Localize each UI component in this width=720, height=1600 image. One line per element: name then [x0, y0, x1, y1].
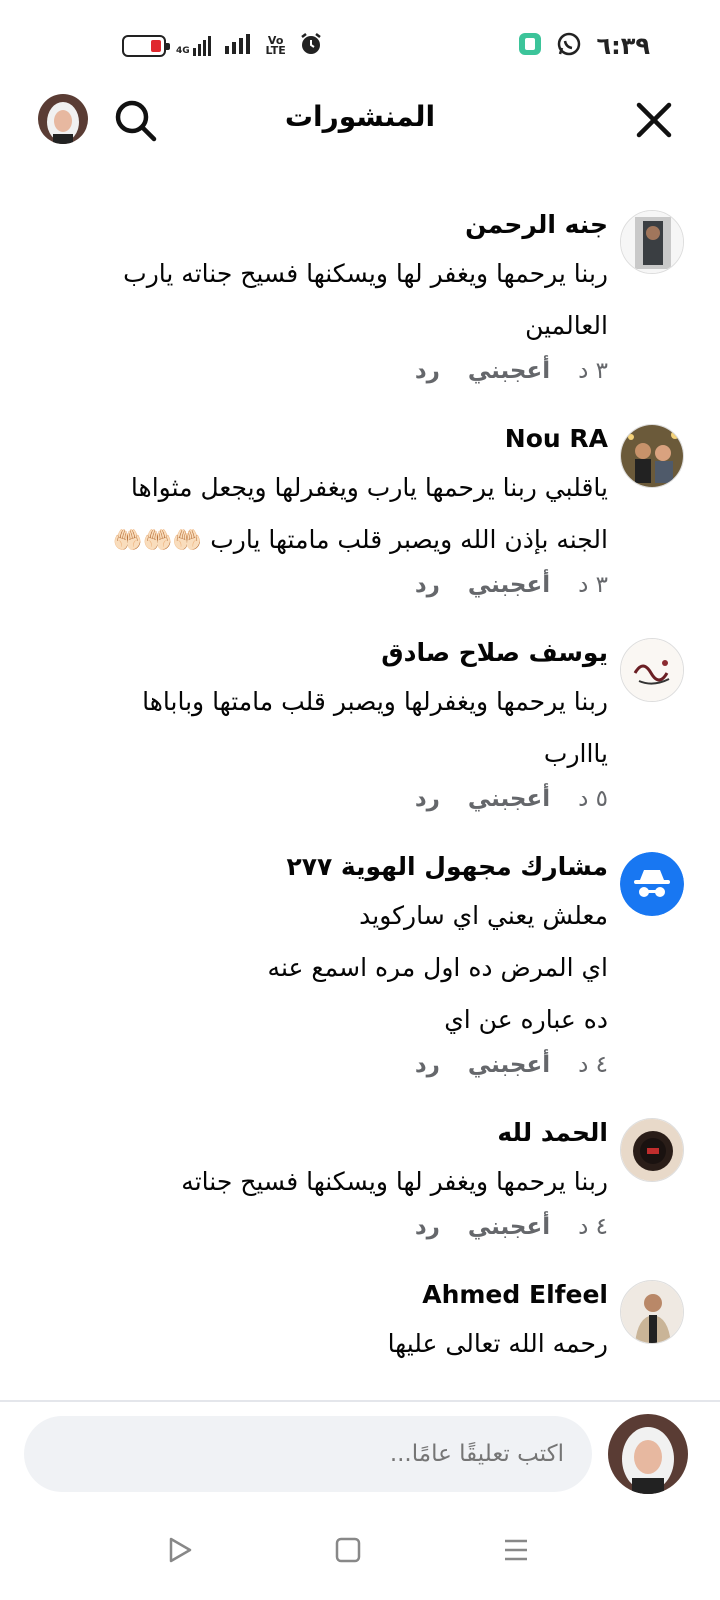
comment-time: ٣ د [578, 572, 608, 598]
like-button[interactable]: أعجبني [468, 786, 550, 812]
reply-button[interactable]: رد [415, 358, 440, 384]
commenter-name[interactable]: جنه الرحمن [60, 208, 608, 242]
signal-4g-icon: 4G [176, 36, 215, 56]
page-title: المنشورات [284, 100, 436, 133]
comment-item: مشارك مجهول الهوية ٢٧٧ معلش يعني اي سارك… [0, 842, 720, 1078]
composer-avatar [608, 1414, 688, 1494]
comment-item: Nou RA ياقلبي ربنا يرحمها يارب ويغفرلها … [0, 414, 720, 598]
comment-text: الجنه بإذن الله ويصبر قلب مامتها يارب 🤲🏻… [112, 525, 608, 554]
comment-item: الحمد لله ربنا يرحمها ويغفر لها ويسكنها … [0, 1108, 720, 1240]
comment-item: يوسف صلاح صادق ربنا يرحمها ويغفرلها ويصب… [0, 628, 720, 812]
whatsapp-icon [556, 31, 582, 61]
header: المنشورات [0, 90, 720, 150]
commenter-name[interactable]: Nou RA [60, 422, 608, 456]
comment-actions: ٣ د أعجبني رد [60, 358, 608, 384]
alarm-icon [299, 32, 323, 60]
commenter-avatar[interactable] [620, 1118, 684, 1182]
status-icons-right: ٦:٣٩ [518, 31, 650, 61]
comment-text: معلش يعني اي ساركويد [359, 901, 608, 930]
nav-home-icon [335, 1537, 361, 1563]
battery-icon [122, 35, 170, 57]
comment-actions: ٥ د أعجبني رد [60, 786, 608, 812]
comment-actions: ٤ د أعجبني رد [60, 1052, 608, 1078]
comment-time: ٤ د [578, 1052, 608, 1078]
reply-button[interactable]: رد [415, 786, 440, 812]
comment-list[interactable]: جنه الرحمن ربنا يرحمها ويغفر لها ويسكنها… [0, 200, 720, 1400]
comment-actions: ٣ د أعجبني رد [60, 572, 608, 598]
nav-back-icon [169, 1537, 192, 1563]
commenter-avatar[interactable] [620, 424, 684, 488]
reply-button[interactable]: رد [415, 1052, 440, 1078]
close-icon [636, 102, 672, 138]
commenter-name[interactable]: يوسف صلاح صادق [60, 636, 608, 670]
app-notification-icon [518, 32, 542, 60]
comment-body: Nou RA ياقلبي ربنا يرحمها يارب ويغفرلها … [60, 414, 608, 598]
comment-text: ده عباره عن اي [444, 1005, 608, 1034]
status-icons-left: 4G Vo LTE [122, 32, 323, 60]
comment-text: ياقلبي ربنا يرحمها يارب ويغفرلها ويجعل م… [130, 473, 608, 502]
comment-text: رحمه الله تعالى عليها [387, 1329, 608, 1358]
commenter-name[interactable]: الحمد لله [60, 1116, 608, 1150]
like-button[interactable]: أعجبني [468, 1214, 550, 1240]
praying-hands-emoji: 🤲🏻🤲🏻🤲🏻 [112, 526, 203, 554]
anonymous-icon [620, 852, 684, 916]
comment-text: ربنا يرحمها ويغفر لها ويسكنها فسيح جناته… [123, 259, 608, 288]
commenter-avatar[interactable] [620, 210, 684, 274]
comment-time: ٤ د [578, 1214, 608, 1240]
system-navigation-bar [0, 1500, 720, 1600]
comment-text: العالمين [525, 311, 608, 340]
close-button[interactable] [632, 98, 676, 142]
volte-indicator: Vo LTE [265, 34, 286, 57]
comment-text: يااارب [543, 739, 608, 768]
nav-home-button[interactable] [324, 1526, 372, 1574]
like-button[interactable]: أعجبني [468, 358, 550, 384]
nav-recents-button[interactable] [492, 1526, 540, 1574]
like-button[interactable]: أعجبني [468, 1052, 550, 1078]
nav-recents-icon [505, 1539, 527, 1561]
comment-item: Ahmed Elfeel رحمه الله تعالى عليها [0, 1270, 720, 1370]
commenter-name[interactable]: Ahmed Elfeel [60, 1278, 608, 1312]
nav-back-button[interactable] [156, 1526, 204, 1574]
comment-input[interactable] [24, 1416, 592, 1492]
comment-body: جنه الرحمن ربنا يرحمها ويغفر لها ويسكنها… [60, 200, 608, 384]
comment-body: مشارك مجهول الهوية ٢٧٧ معلش يعني اي سارك… [60, 842, 608, 1078]
reply-button[interactable]: رد [415, 1214, 440, 1240]
like-button[interactable]: أعجبني [468, 572, 550, 598]
comment-actions: ٤ د أعجبني رد [60, 1214, 608, 1240]
reply-button[interactable]: رد [415, 572, 440, 598]
commenter-avatar[interactable] [620, 1280, 684, 1344]
comment-time: ٣ د [578, 358, 608, 384]
commenter-name[interactable]: مشارك مجهول الهوية ٢٧٧ [60, 850, 608, 884]
comment-body: الحمد لله ربنا يرحمها ويغفر لها ويسكنها … [60, 1108, 608, 1240]
comment-body: Ahmed Elfeel رحمه الله تعالى عليها [60, 1270, 608, 1370]
anonymous-avatar[interactable] [620, 852, 684, 916]
comment-text: ربنا يرحمها ويغفر لها ويسكنها فسيح جناته [181, 1167, 608, 1196]
clock: ٦:٣٩ [596, 32, 650, 60]
comment-body: يوسف صلاح صادق ربنا يرحمها ويغفرلها ويصب… [60, 628, 608, 812]
status-bar: 4G Vo LTE ٦:٣٩ [0, 0, 720, 90]
comment-time: ٥ د [578, 786, 608, 812]
comment-item: جنه الرحمن ربنا يرحمها ويغفر لها ويسكنها… [0, 200, 720, 384]
comment-text: اي المرض ده اول مره اسمع عنه [267, 953, 608, 982]
signal-icon [224, 34, 253, 58]
comment-composer [0, 1402, 720, 1494]
commenter-avatar[interactable] [620, 638, 684, 702]
comment-text: ربنا يرحمها ويغفرلها ويصبر قلب مامتها وب… [142, 687, 608, 716]
